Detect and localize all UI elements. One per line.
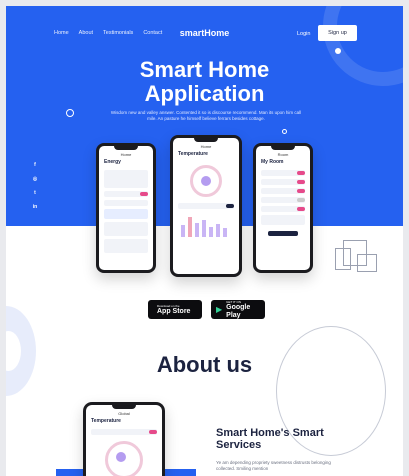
- decor-dot: [335, 48, 341, 54]
- device-grid: [104, 239, 148, 253]
- bar: [202, 220, 206, 237]
- decor-box: [335, 248, 351, 270]
- toggle[interactable]: [297, 189, 305, 193]
- facebook-icon[interactable]: f: [32, 162, 38, 168]
- temperature-dial[interactable]: [105, 441, 143, 476]
- phone-notch: [112, 405, 136, 409]
- device-grid: [104, 222, 148, 236]
- toggle[interactable]: [297, 198, 305, 202]
- phone-action-button[interactable]: [268, 231, 298, 236]
- list-item: [178, 203, 234, 209]
- services-paragraph: Ye am depending propriety sweetness dist…: [216, 460, 331, 471]
- phone-about: Global Temperature: [83, 402, 165, 476]
- decor-ring: [66, 109, 74, 117]
- phone-notch: [114, 146, 138, 150]
- hero-title-line2: Application: [144, 81, 265, 106]
- phone-notch: [271, 146, 295, 150]
- linkedin-icon[interactable]: in: [32, 204, 38, 210]
- list-item: [261, 188, 305, 194]
- toggle[interactable]: [140, 192, 148, 196]
- phone-title: Temperature: [91, 418, 121, 424]
- app-store-button[interactable]: Download on the App Store: [148, 300, 202, 319]
- bar: [195, 223, 199, 237]
- toggle[interactable]: [297, 180, 305, 184]
- store-big-text: App Store: [157, 307, 191, 315]
- toggle[interactable]: [297, 207, 305, 211]
- phone-title: My Room: [261, 159, 284, 165]
- energy-card: [104, 170, 148, 188]
- phone-energy: Home Energy: [96, 143, 156, 273]
- services-heading: Smart Home's Smart Services: [216, 427, 356, 451]
- hero-title: Smart Home Application: [6, 58, 403, 106]
- twitter-icon[interactable]: t: [32, 190, 38, 196]
- social-links: f ◎ t in: [32, 162, 38, 210]
- phone-temperature: Home Temperature: [170, 135, 242, 277]
- bar: [223, 228, 227, 237]
- hero-title-line1: Smart Home: [139, 57, 270, 82]
- list-item: [261, 197, 305, 203]
- store-big-text: Google Play: [226, 303, 251, 319]
- bar: [209, 227, 213, 237]
- signup-button[interactable]: Sign up: [318, 25, 357, 41]
- list-item: [261, 179, 305, 185]
- consumption-bars: [181, 213, 231, 237]
- decor-ring-small: [282, 129, 287, 134]
- toggle[interactable]: [297, 171, 305, 175]
- bar: [188, 217, 192, 237]
- phone-notch: [194, 138, 218, 142]
- list-item: [261, 206, 305, 212]
- decor-diagram: [335, 236, 379, 276]
- google-play-button[interactable]: ▶ GET IT ON Google Play: [211, 300, 265, 319]
- decor-box: [357, 254, 377, 272]
- promo-card: [104, 209, 148, 219]
- list-item: [91, 429, 157, 435]
- hero-subtitle: Wisdom new and valley answer. Contented …: [110, 110, 302, 121]
- phone-title: Temperature: [178, 151, 208, 157]
- toggle[interactable]: [149, 430, 157, 434]
- temperature-dial[interactable]: [190, 165, 222, 197]
- instagram-icon[interactable]: ◎: [32, 176, 38, 182]
- phone-room: Room My Room: [253, 143, 313, 273]
- services-heading-line1: Smart Home's Smart: [216, 427, 324, 439]
- bar: [181, 225, 185, 237]
- list-item: [104, 191, 148, 197]
- phone-title: Energy: [104, 159, 121, 165]
- play-icon: ▶: [216, 305, 223, 314]
- bar: [216, 224, 220, 237]
- list-item: [104, 200, 148, 206]
- login-link[interactable]: Login: [297, 31, 310, 37]
- list-item: [261, 170, 305, 176]
- landing-page: Home About Testimonials Contact smartHom…: [6, 6, 403, 476]
- list-item: [261, 215, 305, 225]
- toggle[interactable]: [226, 204, 234, 208]
- about-heading: About us: [156, 352, 253, 377]
- services-heading-line2: Services: [216, 439, 262, 451]
- app-store-links: Download on the App Store ▶ GET IT ON Go…: [148, 300, 265, 319]
